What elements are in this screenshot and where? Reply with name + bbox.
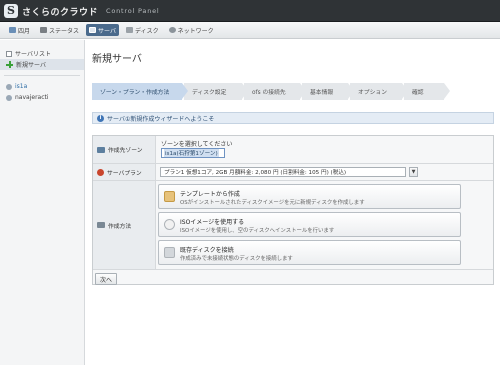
sidebar-zone-label: is1a [15,83,28,90]
sidebar-divider [4,75,80,76]
nav-item-disk[interactable]: ディスク [123,24,162,36]
nav-item-network[interactable]: ネットワーク [166,24,217,36]
method-row-label: 作成方法 [93,181,156,269]
method-row: 作成方法 テンプレートから作成 OSがインストールされたディスクイメージを元に新… [93,181,493,270]
main-content: 新規サーバ ゾーン・プラン・作成方法 ディスク設定 ofs の接続先 基本情報 … [86,40,500,365]
zone-row-body: ゾーンを選択してください is1a(石狩第1ゾーン) [158,136,493,163]
wizard-step[interactable]: ディスク設定 [184,83,248,100]
sidebar-item-label: 新規サーバ [16,62,46,69]
iso-option-button[interactable]: ISOイメージを使用する ISOイメージを使用し、空のディスクへインストールを行… [158,212,461,237]
wizard-step[interactable]: ofs の接続先 [244,83,306,100]
option-title: 既存ディスクを接続 [180,247,234,254]
option-desc: 作成済みで未接続状態のディスクを接続します [180,256,293,262]
wizard-step[interactable]: オプション [350,83,408,100]
wizard-step-label: 基本情報 [310,90,334,96]
disk-icon [125,27,133,33]
plus-icon [6,61,13,68]
plan-select[interactable]: プラン1 仮想1コア, 2GB 月額料金: 2,080 円 (日割料金: 105… [160,167,406,177]
info-icon: i [97,114,104,122]
wizard-step-label: 確認 [412,90,424,96]
status-icon [40,27,48,33]
wizard-steps: ゾーン・プラン・作成方法 ディスク設定 ofs の接続先 基本情報 オプション … [92,83,492,100]
sidebar-item-new-server[interactable]: 新規サーバ [0,59,84,70]
account-icon [6,94,12,101]
nav-item-label: サーバ [98,27,116,35]
wizard-step-label: ofs の接続先 [252,90,286,96]
welcome-text: サーバ①新規作成ウィザードへようこそ [107,115,215,123]
nav-item-home[interactable]: 四月 [6,24,33,36]
page-title: 新規サーバ [92,54,142,65]
zone-icon [97,146,105,153]
sidebar: サーバリスト 新規サーバ is1a navajeracti [0,40,85,365]
zone-label: 作成先ゾーン [108,148,143,154]
network-icon [168,27,176,33]
welcome-banner: i サーバ①新規作成ウィザードへようこそ [92,112,494,124]
control-panel-label: Control Panel [106,7,160,15]
sidebar-item-label: サーバリスト [15,51,51,58]
nav-item-server[interactable]: サーバ [86,24,119,36]
wizard-step-label: オプション [358,90,387,96]
plan-row-label: サーバプラン [93,164,156,180]
option-title: テンプレートから作成 [180,191,240,198]
nav-item-label: 四月 [18,27,31,35]
zone-select[interactable]: is1a(石狩第1ゾーン) [161,148,225,158]
option-desc: OSがインストールされたディスクイメージを元に新規ディスクを作成します [180,200,365,206]
wizard-step[interactable]: 確認 [404,83,450,100]
sidebar-item-account[interactable]: navajeracti [0,92,84,103]
existing-disk-option-button[interactable]: 既存ディスクを接続 作成済みで未接続状態のディスクを接続します [158,240,461,265]
plan-row: サーバプラン プラン1 仮想1コア, 2GB 月額料金: 2,080 円 (日割… [93,164,493,181]
zone-icon [6,83,12,90]
wizard-step-label: ディスク設定 [192,90,227,96]
server-form: 作成先ゾーン ゾーンを選択してください is1a(石狩第1ゾーン) サーバプラン… [92,135,494,285]
server-icon [89,27,97,33]
home-icon [9,27,16,33]
wizard-step-label: ゾーン・プラン・作成方法 [100,90,170,96]
form-footer: 次へ [93,273,493,285]
main-nav: 四月 ステータス サーバ ディスク ネットワーク [0,22,500,39]
disk-icon [164,247,175,258]
plan-row-body: プラン1 仮想1コア, 2GB 月額料金: 2,080 円 (日割料金: 105… [158,164,493,180]
sakura-logo-icon: S [4,4,18,18]
list-icon [6,50,12,57]
wizard-step[interactable]: ゾーン・プラン・作成方法 [92,83,188,100]
top-header: S さくらのクラウド Control Panel [0,0,500,22]
disc-icon [164,219,175,230]
logo: S さくらのクラウド Control Panel [4,3,160,19]
method-label: 作成方法 [108,223,132,230]
option-desc: ISOイメージを使用し、空のディスクへインストールを行います [180,228,335,234]
zone-select-value: is1a(石狩第1ゾーン) [164,149,219,157]
sidebar-item-zone[interactable]: is1a [0,81,84,92]
zone-row: 作成先ゾーン ゾーンを選択してください is1a(石狩第1ゾーン) [93,136,493,164]
wizard-step[interactable]: 基本情報 [302,83,354,100]
next-button[interactable]: 次へ [95,273,118,285]
zone-row-label: 作成先ゾーン [93,136,156,163]
nav-item-label: ディスク [134,27,159,35]
logo-text: さくらのクラウド [22,7,99,18]
nav-item-status[interactable]: ステータス [37,24,82,36]
sidebar-account-label: navajeracti [15,94,49,101]
plan-icon [97,168,104,176]
nav-item-label: ネットワーク [177,27,214,35]
method-icon [97,222,105,228]
plan-label: サーバプラン [107,170,142,177]
method-row-body: テンプレートから作成 OSがインストールされたディスクイメージを元に新規ディスク… [158,181,493,269]
nav-item-label: ステータス [49,27,80,35]
option-title: ISOイメージを使用する [180,219,245,226]
sidebar-item-server-list[interactable]: サーバリスト [0,48,84,59]
template-option-button[interactable]: テンプレートから作成 OSがインストールされたディスクイメージを元に新規ディスク… [158,184,461,209]
chevron-down-icon[interactable]: ▼ [409,167,418,177]
zone-hint: ゾーンを選択してください [161,141,233,148]
template-icon [164,191,175,202]
